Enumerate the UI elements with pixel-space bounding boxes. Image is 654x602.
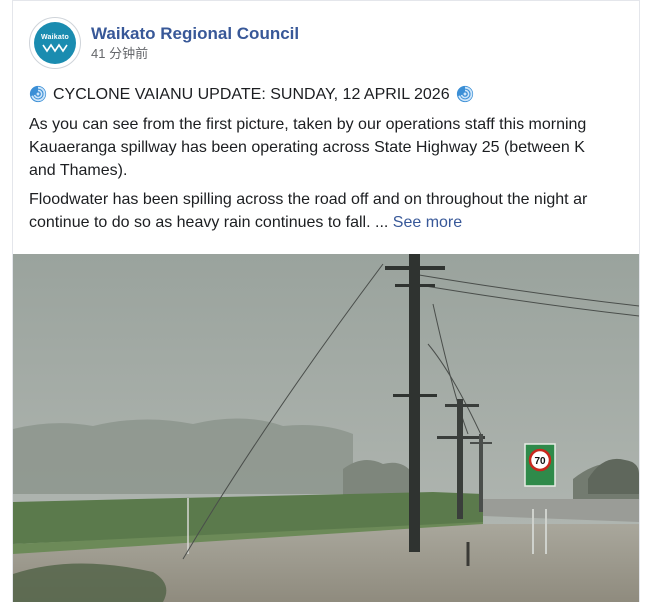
paragraph-line: As you can see from the first picture, t… [29, 116, 587, 133]
cyclone-icon [456, 85, 473, 103]
paragraph-2: Floodwater has been spilling across the … [29, 188, 639, 234]
cyclone-icon [29, 85, 47, 103]
waves-icon [42, 43, 68, 52]
council-logo: Waikato [34, 22, 76, 64]
post-timestamp[interactable]: 41 分钟前 [91, 45, 299, 63]
post-meta: Waikato Regional Council 41 分钟前 [91, 24, 299, 63]
logo-text: Waikato [41, 33, 69, 41]
post-headline: CYCLONE VAIANU UPDATE: SUNDAY, 12 APRIL … [29, 81, 639, 107]
post-card: Waikato Waikato Regional Council 41 分钟前 … [12, 0, 640, 602]
paragraph-line: continue to do so as heavy rain continue… [29, 211, 639, 234]
paragraph-text: continue to do so as heavy rain continue… [29, 214, 389, 231]
avatar[interactable]: Waikato [29, 17, 81, 69]
paragraph-line: and Thames). [29, 162, 128, 179]
paragraph-line: Kauaeranga spillway has been operating a… [29, 139, 585, 156]
headline-text: CYCLONE VAIANU UPDATE: SUNDAY, 12 APRIL … [53, 85, 450, 103]
flood-photo[interactable]: 70 [13, 254, 639, 602]
post-text: CYCLONE VAIANU UPDATE: SUNDAY, 12 APRIL … [29, 81, 639, 234]
speed-sign-text: 70 [534, 456, 546, 467]
see-more-link[interactable]: See more [393, 214, 462, 231]
post-header: Waikato Waikato Regional Council 41 分钟前 [29, 17, 299, 69]
page-name-link[interactable]: Waikato Regional Council [91, 24, 299, 44]
paragraph-1: As you can see from the first picture, t… [29, 113, 639, 182]
paragraph-line: Floodwater has been spilling across the … [29, 191, 588, 208]
